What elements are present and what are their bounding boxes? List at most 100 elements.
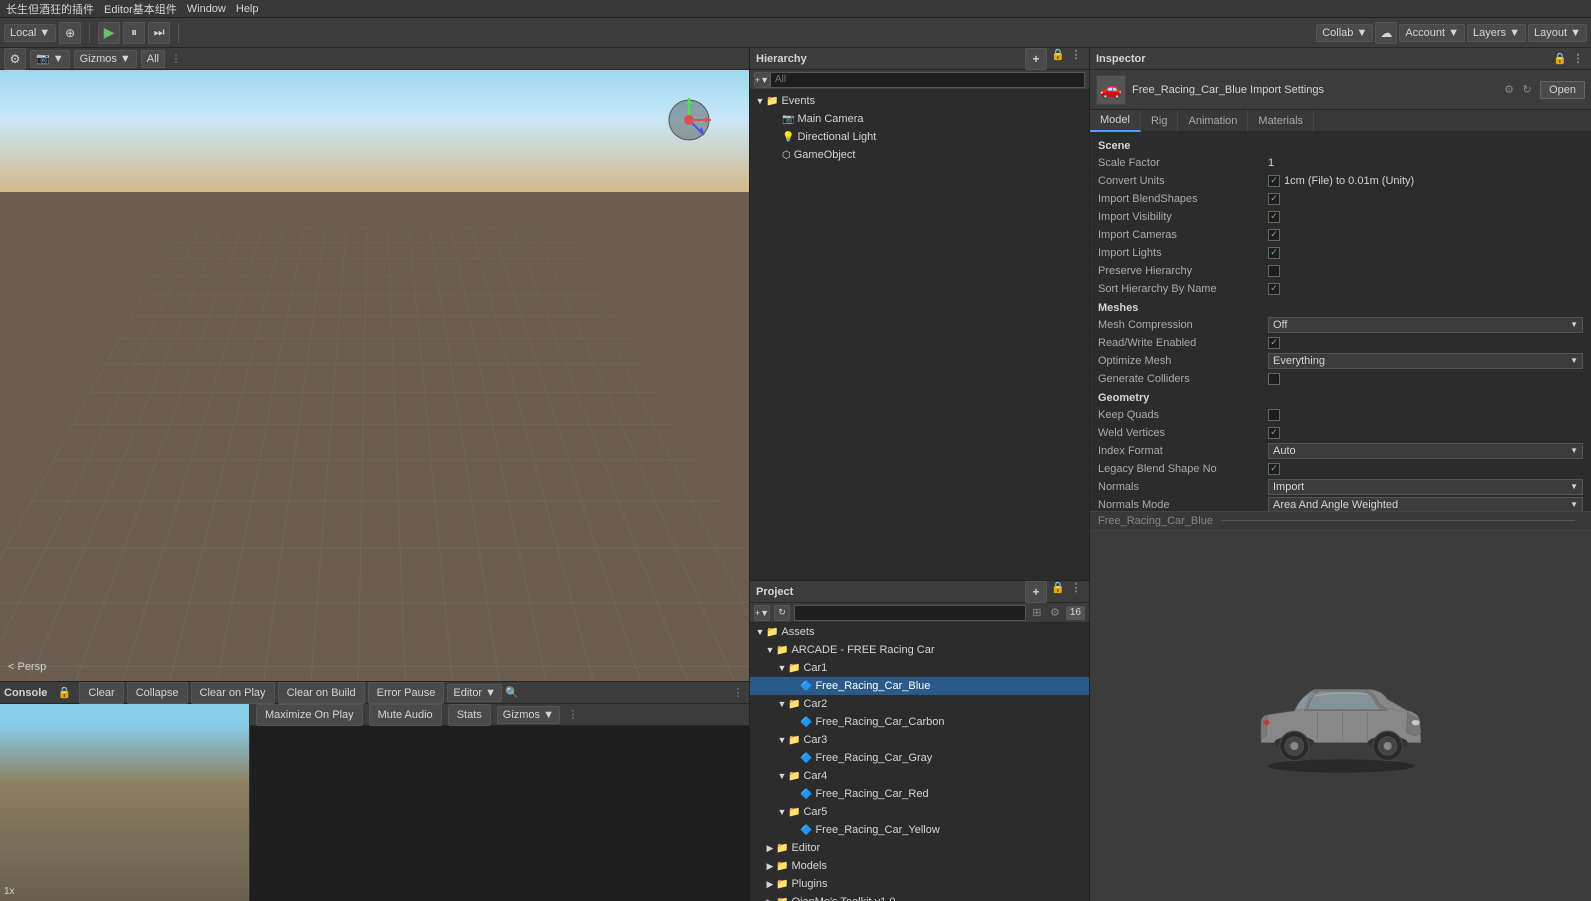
menu-item-help[interactable]: Help <box>236 3 259 15</box>
normals-mode-dropdown[interactable]: Area And Angle Weighted ▼ <box>1268 497 1583 511</box>
scale-factor-value[interactable]: 1 <box>1268 157 1583 169</box>
mute-audio-btn[interactable]: Mute Audio <box>369 704 442 726</box>
menu-item-window[interactable]: Window <box>187 3 226 15</box>
weld-vertices-checkbox[interactable] <box>1268 427 1280 439</box>
maximize-play-btn[interactable]: Maximize On Play <box>256 704 363 726</box>
index-format-dropdown[interactable]: Auto ▼ <box>1268 443 1583 459</box>
project-plus-icon[interactable]: +▼ <box>754 605 770 621</box>
tree-car3[interactable]: ▼ 📁 Car3 <box>750 731 1089 749</box>
inspector-settings-icon[interactable]: ⚙ <box>1502 83 1516 97</box>
tab-animation[interactable]: Animation <box>1178 110 1248 132</box>
index-format-value[interactable]: Auto ▼ <box>1268 443 1583 459</box>
scene-settings-icon[interactable]: ⚙ <box>4 48 26 70</box>
play-button[interactable]: ▶ <box>98 22 120 44</box>
menu-item-editor[interactable]: Editor基本组件 <box>104 1 177 17</box>
cloud-icon[interactable]: ☁ <box>1375 22 1397 44</box>
inspector-more-icon[interactable]: ⋮ <box>1571 52 1585 66</box>
keep-quads-checkbox[interactable] <box>1268 409 1280 421</box>
pause-button[interactable]: ⏸ <box>123 22 145 44</box>
project-lock-icon[interactable]: 🔒 <box>1051 581 1065 595</box>
tree-free-racing-yellow[interactable]: 🔷 Free_Racing_Car_Yellow <box>750 821 1089 839</box>
hierarchy-lock-icon[interactable]: 🔒 <box>1051 48 1065 62</box>
import-lights-checkbox[interactable] <box>1268 247 1280 259</box>
hierarchy-search-input[interactable] <box>770 72 1085 88</box>
scene-more-btn[interactable]: ⋮ <box>732 76 743 89</box>
account-dropdown[interactable]: Account ▼ <box>1399 24 1465 42</box>
stats-btn[interactable]: Stats <box>448 704 491 726</box>
tree-editor[interactable]: ▶ 📁 Editor <box>750 839 1089 857</box>
pivot-icon[interactable]: ⊕ <box>59 22 81 44</box>
tab-materials[interactable]: Materials <box>1248 110 1314 132</box>
hierarchy-more-icon[interactable]: ⋮ <box>1069 48 1083 62</box>
camera-dropdown[interactable]: 📷▼ <box>30 50 70 68</box>
project-settings-icon[interactable]: ⚙ <box>1048 606 1062 620</box>
hierarchy-plus-icon[interactable]: +▼ <box>754 72 770 88</box>
game-gizmos-dropdown[interactable]: Gizmos ▼ <box>497 706 560 724</box>
tree-models[interactable]: ▶ 📁 Models <box>750 857 1089 875</box>
legacy-blend-checkbox[interactable] <box>1268 463 1280 475</box>
all-dropdown[interactable]: All <box>141 50 165 68</box>
project-refresh-icon[interactable]: ↻ <box>774 605 790 621</box>
inspector-refresh-icon[interactable]: ↻ <box>1520 83 1534 97</box>
scene-gizmo[interactable] <box>659 90 719 150</box>
tab-model[interactable]: Model <box>1090 110 1141 132</box>
project-filter-icon[interactable]: ⊞ <box>1030 606 1044 620</box>
project-search-input[interactable] <box>794 605 1026 621</box>
console-clear-play-btn[interactable]: Clear on Play <box>191 682 275 704</box>
inspector-lock-icon[interactable]: 🔒 <box>1553 52 1567 66</box>
import-cameras-checkbox[interactable] <box>1268 229 1280 241</box>
normals-value[interactable]: Import ▼ <box>1268 479 1583 495</box>
tree-item-gameobject[interactable]: ⬡ GameObject <box>750 146 1089 164</box>
sort-hierarchy-checkbox[interactable] <box>1268 283 1280 295</box>
console-clear-btn[interactable]: Clear <box>79 682 123 704</box>
console-clear-build-btn[interactable]: Clear on Build <box>278 682 365 704</box>
tree-free-racing-blue[interactable]: 🔷 Free_Racing_Car_Blue <box>750 677 1089 695</box>
game-more-icon[interactable]: ⋮ <box>566 708 580 722</box>
menu-item-plugin[interactable]: 长生但酒狂的插件 <box>6 1 94 17</box>
import-blendshapes-checkbox[interactable] <box>1268 193 1280 205</box>
scene-more-icon[interactable]: ⋮ <box>169 52 183 66</box>
console-error-pause-btn[interactable]: Error Pause <box>368 682 445 704</box>
console-more-icon[interactable]: ⋮ <box>731 686 745 700</box>
generate-colliders-checkbox[interactable] <box>1268 373 1280 385</box>
tree-free-racing-gray[interactable]: 🔷 Free_Racing_Car_Gray <box>750 749 1089 767</box>
project-add-icon[interactable]: + <box>1025 581 1047 603</box>
tree-car2[interactable]: ▼ 📁 Car2 <box>750 695 1089 713</box>
open-button[interactable]: Open <box>1540 81 1585 99</box>
mesh-compression-dropdown[interactable]: Off ▼ <box>1268 317 1583 333</box>
tree-car4[interactable]: ▼ 📁 Car4 <box>750 767 1089 785</box>
read-write-checkbox[interactable] <box>1268 337 1280 349</box>
import-visibility-checkbox[interactable] <box>1268 211 1280 223</box>
console-editor-dropdown[interactable]: Editor ▼ <box>447 684 502 702</box>
gizmos-dropdown[interactable]: Gizmos▼ <box>74 50 137 68</box>
console-search-icon[interactable]: 🔍 <box>505 686 519 700</box>
tree-free-racing-red[interactable]: 🔷 Free_Racing_Car_Red <box>750 785 1089 803</box>
tab-rig[interactable]: Rig <box>1141 110 1179 132</box>
scene-view[interactable]: < Persp ⋮ <box>0 70 749 681</box>
project-more-icon[interactable]: ⋮ <box>1069 581 1083 595</box>
collab-dropdown[interactable]: Collab ▼ <box>1316 24 1373 42</box>
tree-plugins[interactable]: ▶ 📁 Plugins <box>750 875 1089 893</box>
tree-car1[interactable]: ▼ 📁 Car1 <box>750 659 1089 677</box>
hierarchy-add-icon[interactable]: + <box>1025 48 1047 70</box>
normals-dropdown[interactable]: Import ▼ <box>1268 479 1583 495</box>
layers-dropdown[interactable]: Layers ▼ <box>1467 24 1526 42</box>
mesh-compression-value[interactable]: Off ▼ <box>1268 317 1583 333</box>
convert-units-checkbox[interactable] <box>1268 175 1280 187</box>
local-dropdown[interactable]: Local ▼ <box>4 24 56 42</box>
tree-qianmo[interactable]: ▶ 📁 QianMo's Toolkit v1.0 <box>750 893 1089 901</box>
tree-item-main-camera[interactable]: 📷 Main Camera <box>750 110 1089 128</box>
optimize-mesh-value[interactable]: Everything ▼ <box>1268 353 1583 369</box>
tree-item-events[interactable]: ▼ 📁 Events <box>750 92 1089 110</box>
tree-free-racing-carbon[interactable]: 🔷 Free_Racing_Car_Carbon <box>750 713 1089 731</box>
preserve-hierarchy-checkbox[interactable] <box>1268 265 1280 277</box>
optimize-mesh-dropdown[interactable]: Everything ▼ <box>1268 353 1583 369</box>
step-button[interactable]: ⏭ <box>148 22 170 44</box>
layout-dropdown[interactable]: Layout ▼ <box>1528 24 1587 42</box>
tree-item-directional-light[interactable]: 💡 Directional Light <box>750 128 1089 146</box>
console-collapse-btn[interactable]: Collapse <box>127 682 188 704</box>
tree-arcade[interactable]: ▼ 📁 ARCADE - FREE Racing Car <box>750 641 1089 659</box>
normals-mode-value[interactable]: Area And Angle Weighted ▼ <box>1268 497 1583 511</box>
console-lock-icon[interactable]: 🔒 <box>57 686 71 700</box>
tree-car5[interactable]: ▼ 📁 Car5 <box>750 803 1089 821</box>
